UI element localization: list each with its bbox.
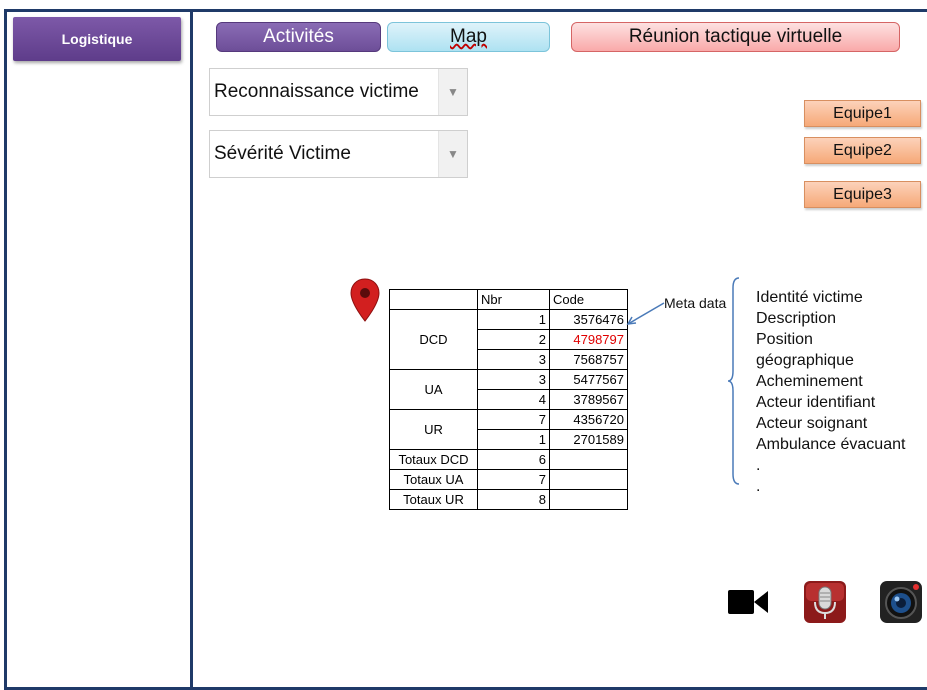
equipe3-button[interactable]: Equipe3 — [804, 181, 921, 208]
table-header-code: Code — [549, 289, 628, 310]
arrow-left-icon — [626, 302, 665, 325]
nbr-cell: 3 — [477, 349, 550, 370]
table-total-row: Totaux UA 7 — [389, 469, 628, 490]
tab-activites[interactable]: Activités — [216, 22, 381, 52]
list-item: Acteur identifiant — [756, 394, 876, 411]
nbr-cell: 1 — [477, 309, 550, 330]
total-label: Totaux UR — [389, 489, 478, 510]
list-item: géographique — [756, 352, 854, 369]
equipe1-button[interactable]: Equipe1 — [804, 100, 921, 127]
list-item: . — [756, 478, 761, 495]
reconnaissance-select-value: Reconnaissance victime — [214, 81, 419, 102]
table-total-row: Totaux DCD 6 — [389, 449, 628, 470]
chevron-down-icon[interactable]: ▼ — [438, 69, 467, 115]
list-item: Acheminement — [756, 373, 863, 390]
nbr-cell: 2 — [477, 329, 550, 350]
tab-reunion-label: Réunion tactique virtuelle — [628, 26, 843, 47]
video-camera-icon[interactable] — [726, 580, 770, 624]
list-item: Position — [756, 331, 813, 348]
code-cell[interactable]: 5477567 — [549, 369, 628, 390]
tab-reunion-tactique[interactable]: Réunion tactique virtuelle — [571, 22, 900, 52]
total-label: Totaux UA — [389, 469, 478, 490]
reconnaissance-victime-select[interactable]: Reconnaissance victime ▼ — [209, 68, 468, 116]
tab-activites-label: Activités — [263, 26, 334, 47]
tab-map[interactable]: Map — [387, 22, 550, 52]
camera-icon[interactable] — [879, 580, 923, 624]
nbr-cell: 1 — [477, 429, 550, 450]
sidebar-divider — [190, 12, 193, 690]
table-row: UR 7 4356720 — [389, 409, 628, 450]
total-code — [549, 469, 628, 490]
table-header-nbr: Nbr — [477, 289, 550, 310]
nbr-cell: 7 — [477, 409, 550, 430]
severite-select-value: Sévérité Victime — [214, 143, 351, 164]
frame-top-border — [4, 9, 927, 12]
chevron-down-icon[interactable]: ▼ — [438, 131, 467, 177]
total-label: Totaux DCD — [389, 449, 478, 470]
microphone-icon[interactable] — [803, 580, 847, 624]
nbr-cell: 4 — [477, 389, 550, 410]
brace-bracket — [727, 277, 740, 485]
frame-left-border — [4, 9, 7, 690]
sidebar-item-logistique[interactable]: Logistique — [13, 17, 181, 61]
table-total-row: Totaux UR 8 — [389, 489, 628, 510]
total-nbr: 7 — [477, 469, 550, 490]
category-ur: UR — [389, 409, 478, 450]
table-header-category — [389, 289, 478, 310]
list-item: Description — [756, 310, 837, 327]
code-cell-highlighted[interactable]: 4798797 — [549, 329, 628, 350]
equipe2-button[interactable]: Equipe2 — [804, 137, 921, 164]
total-code — [549, 489, 628, 510]
meta-data-label: Meta data — [664, 295, 727, 311]
list-item: Identité victime — [756, 289, 863, 306]
code-cell[interactable]: 7568757 — [549, 349, 628, 370]
table-header-row: Nbr Code — [389, 289, 628, 310]
category-dcd: DCD — [389, 309, 478, 370]
code-cell[interactable]: 3576476 — [549, 309, 628, 330]
meta-data-list: Identité victime Description Position gé… — [756, 287, 905, 497]
nbr-cell: 3 — [477, 369, 550, 390]
total-nbr: 8 — [477, 489, 550, 510]
code-cell[interactable]: 2701589 — [549, 429, 628, 450]
victims-table: Nbr Code DCD 1 3576476 2 4798797 3 75687… — [389, 289, 628, 510]
tab-map-label: Map — [450, 26, 487, 47]
category-ua: UA — [389, 369, 478, 410]
map-pin-icon[interactable] — [349, 277, 381, 323]
table-row: DCD 1 3576476 — [389, 309, 628, 370]
list-item: Acteur soignant — [756, 415, 868, 432]
total-code — [549, 449, 628, 470]
severite-victime-select[interactable]: Sévérité Victime ▼ — [209, 130, 468, 178]
code-cell[interactable]: 4356720 — [549, 409, 628, 430]
list-item: Ambulance évacuant — [756, 436, 906, 453]
total-nbr: 6 — [477, 449, 550, 470]
code-cell[interactable]: 3789567 — [549, 389, 628, 410]
table-row: UA 3 5477567 — [389, 369, 628, 410]
list-item: . — [756, 457, 761, 474]
